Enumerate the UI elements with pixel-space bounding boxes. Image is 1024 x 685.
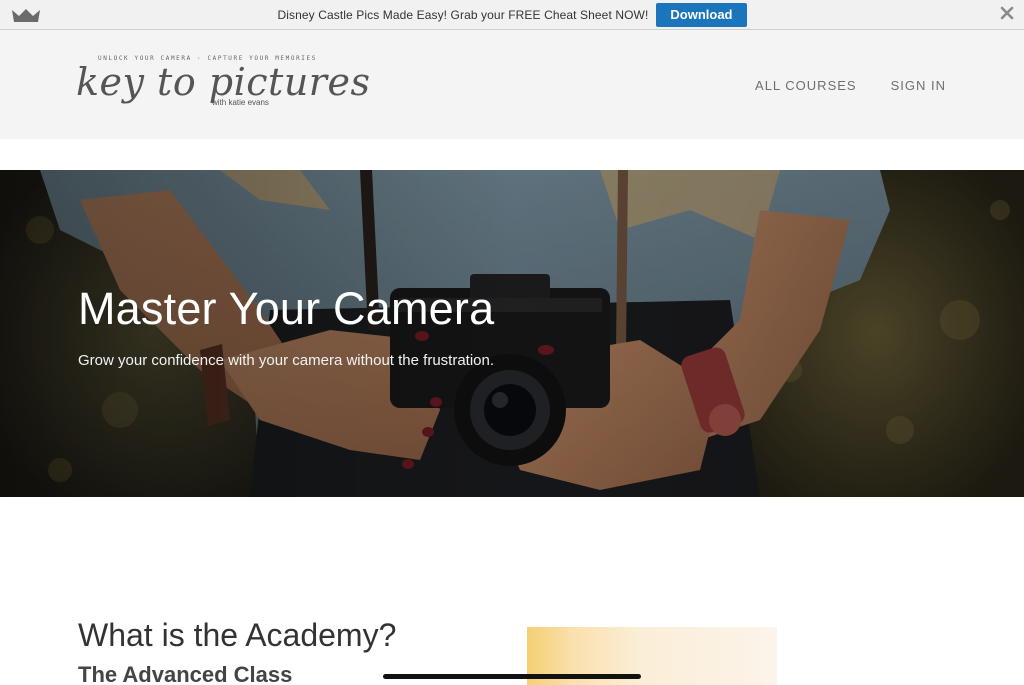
site-header: UNLOCK YOUR CAMERA · CAPTURE YOUR MEMORI… — [0, 30, 1024, 139]
academy-subtitle: The Advanced Class — [78, 662, 293, 685]
nav-all-courses[interactable]: ALL COURSES — [755, 78, 857, 93]
close-icon[interactable] — [1000, 6, 1014, 20]
nav-sign-in[interactable]: SIGN IN — [891, 78, 946, 93]
download-button[interactable]: Download — [656, 2, 747, 27]
promo-bar: Disney Castle Pics Made Easy! Grab your … — [0, 0, 1024, 30]
main-nav: ALL COURSES SIGN IN — [755, 78, 946, 93]
logo-byline: with katie evans — [212, 98, 269, 107]
hero-banner: Master Your Camera Grow your confidence … — [0, 170, 1024, 497]
promo-text: Disney Castle Pics Made Easy! Grab your … — [277, 7, 649, 22]
academy-title: What is the Academy? — [78, 617, 397, 653]
site-logo[interactable]: UNLOCK YOUR CAMERA · CAPTURE YOUR MEMORI… — [76, 54, 370, 118]
crown-icon — [12, 9, 40, 22]
hero-subtitle: Grow your confidence with your camera wi… — [78, 352, 495, 369]
hero-title: Master Your Camera — [78, 283, 495, 334]
home-indicator[interactable] — [383, 674, 641, 679]
